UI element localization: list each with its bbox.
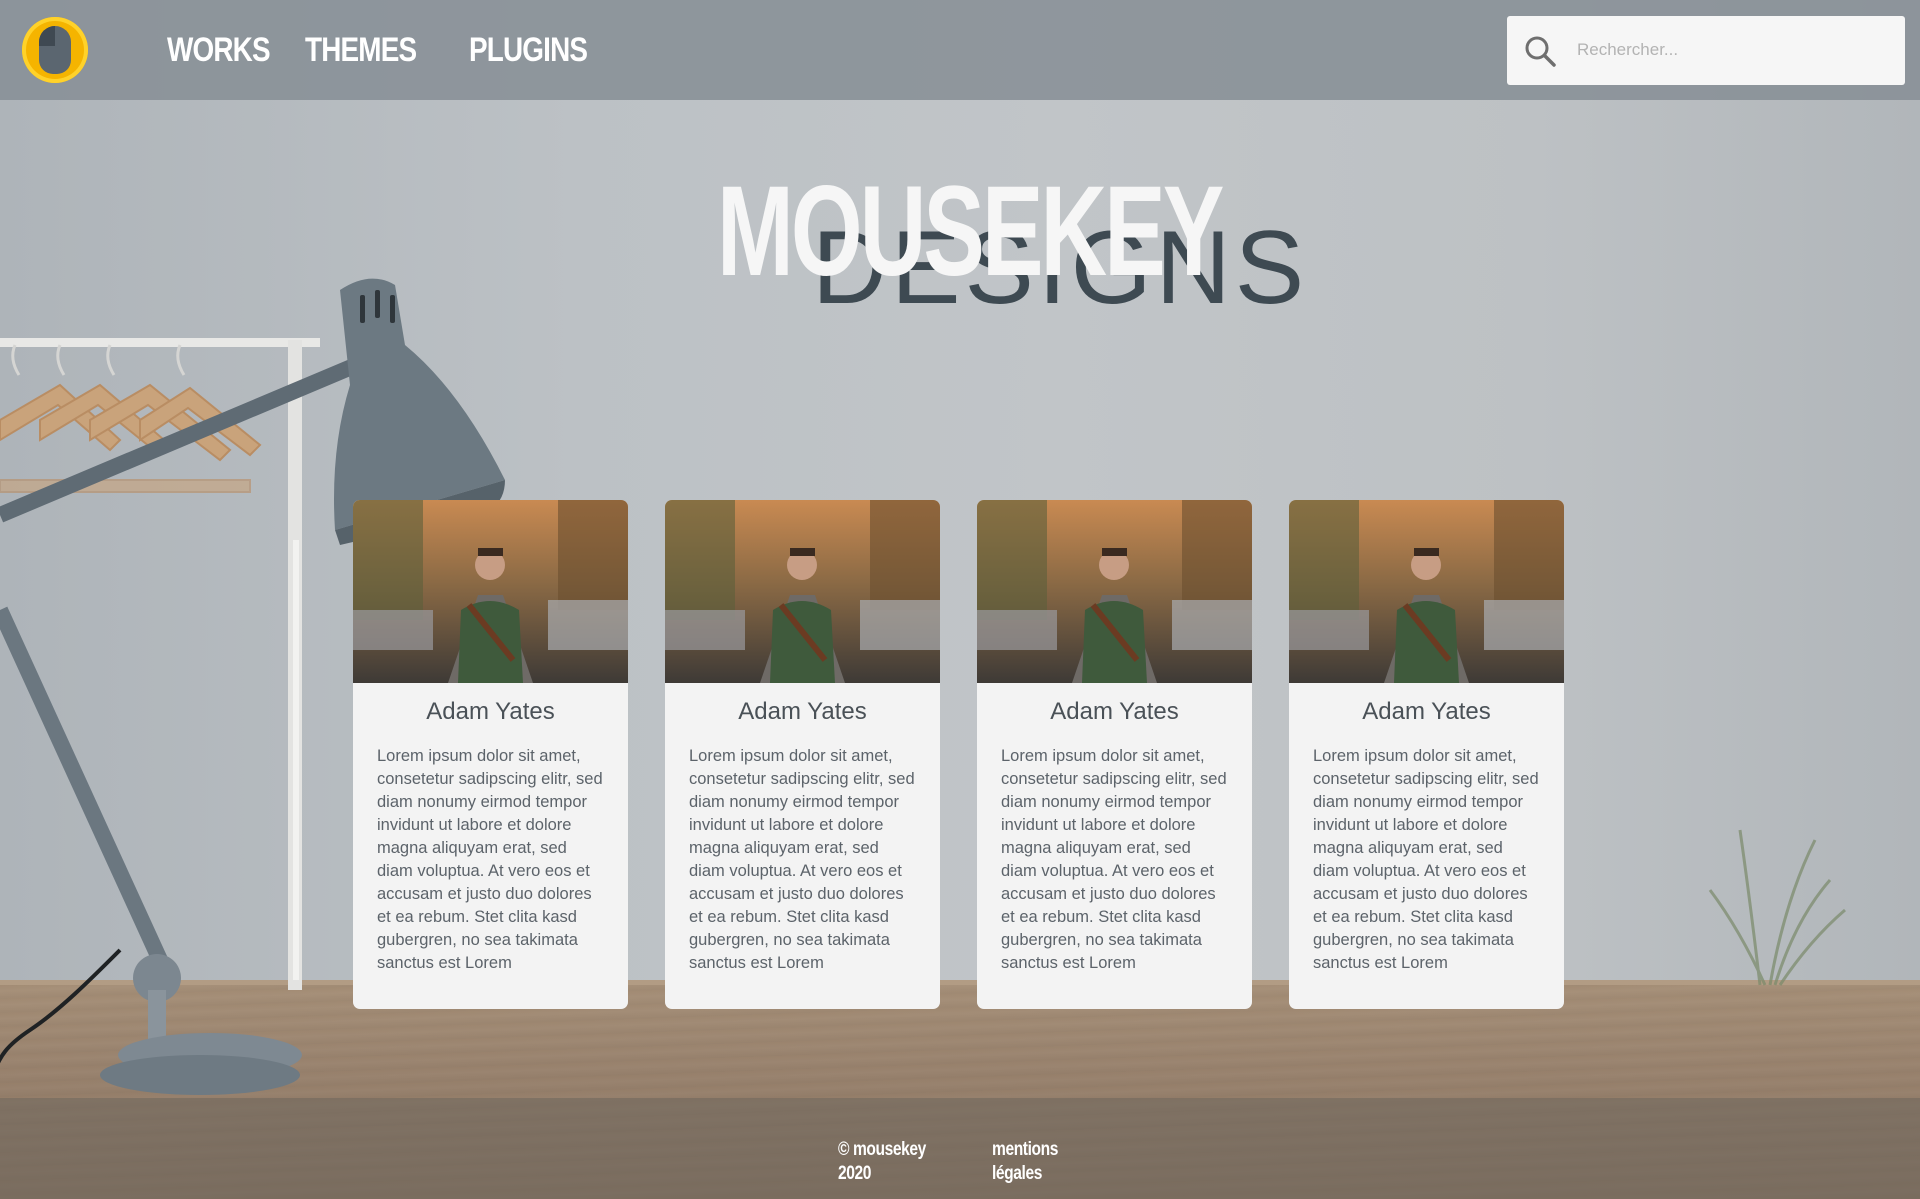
page-footer: © mousekey 2020 mentions légales <box>0 1098 1920 1199</box>
card-text: Lorem ipsum dolor sit amet, consetetur s… <box>377 747 603 972</box>
card-name: Adam Yates <box>1362 698 1491 725</box>
nav-link-works[interactable]: WORKS <box>167 30 271 70</box>
profile-photo <box>1289 500 1564 683</box>
card-name: Adam Yates <box>426 698 555 725</box>
nav-link-plugins[interactable]: PLUGINS <box>469 30 588 70</box>
footer-legal-link[interactable]: mentions légales <box>992 1138 1099 1186</box>
card-text: Lorem ipsum dolor sit amet, consetetur s… <box>1313 747 1539 972</box>
profile-card[interactable]: Adam Yates Lorem ipsum dolor sit amet, c… <box>1289 500 1564 1009</box>
top-navigation-bar: WORKS THEMES PLUGINS <box>0 0 1920 100</box>
footer-links: © mousekey 2020 mentions légales <box>838 1138 1122 1186</box>
search-box <box>1507 16 1905 85</box>
hero-title: MOUSEKEY <box>717 160 1224 303</box>
profile-cards: Adam Yates Lorem ipsum dolor sit amet, c… <box>353 500 1564 1009</box>
search-input[interactable] <box>1577 26 1887 74</box>
mouse-shape <box>39 26 71 74</box>
profile-photo <box>977 500 1252 683</box>
profile-card[interactable]: Adam Yates Lorem ipsum dolor sit amet, c… <box>977 500 1252 1009</box>
card-name: Adam Yates <box>1050 698 1179 725</box>
card-text: Lorem ipsum dolor sit amet, consetetur s… <box>1001 747 1227 972</box>
profile-card[interactable]: Adam Yates Lorem ipsum dolor sit amet, c… <box>665 500 940 1009</box>
card-text: Lorem ipsum dolor sit amet, consetetur s… <box>689 747 915 972</box>
mouse-logo-icon[interactable] <box>22 17 88 83</box>
search-icon[interactable] <box>1523 34 1557 68</box>
profile-photo <box>665 500 940 683</box>
profile-card[interactable]: Adam Yates Lorem ipsum dolor sit amet, c… <box>353 500 628 1009</box>
footer-copyright: © mousekey 2020 <box>838 1139 926 1184</box>
main-nav: WORKS THEMES PLUGINS <box>167 30 589 70</box>
card-name: Adam Yates <box>738 698 867 725</box>
profile-photo <box>353 500 628 683</box>
nav-link-themes[interactable]: THEMES <box>305 30 417 70</box>
